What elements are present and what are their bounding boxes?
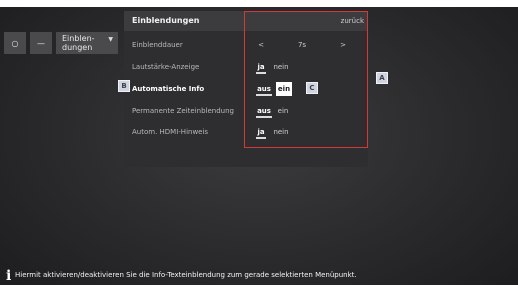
setting-label: Autom. HDMI-Hinweis: [132, 128, 209, 136]
info-bar: i Hiermit aktivieren/deaktivieren Sie di…: [0, 268, 518, 284]
info-text: Hiermit aktivieren/deaktivieren Sie die …: [15, 271, 357, 279]
circle-icon: ○: [11, 38, 19, 48]
callout-marker-c: C: [306, 82, 318, 94]
breadcrumb-home[interactable]: ○: [4, 32, 26, 54]
breadcrumb-label: Einblen- dungen: [62, 34, 95, 52]
bottom-border: [0, 285, 518, 297]
setting-label: Einblenddauer: [132, 41, 183, 49]
setting-label: Automatische Info: [132, 85, 205, 93]
panel-title: Einblendungen: [132, 16, 200, 25]
setting-label: Lautstärke-Anzeige: [132, 63, 200, 71]
chevron-down-icon: ▼: [108, 36, 113, 43]
dash-icon: —: [37, 38, 45, 48]
callout-marker-b: B: [118, 80, 130, 92]
tv-screen: ○ — Einblen- dungen ▼ Einblendungen zurü…: [0, 0, 518, 297]
callout-marker-a: A: [376, 72, 388, 84]
setting-label: Permanente Zeiteinblendung: [132, 107, 234, 115]
top-border: [0, 0, 518, 7]
highlight-frame: [244, 11, 368, 148]
info-icon: i: [6, 268, 12, 284]
breadcrumb-einblendungen[interactable]: Einblen- dungen ▼: [56, 32, 118, 54]
breadcrumb-level[interactable]: —: [30, 32, 52, 54]
